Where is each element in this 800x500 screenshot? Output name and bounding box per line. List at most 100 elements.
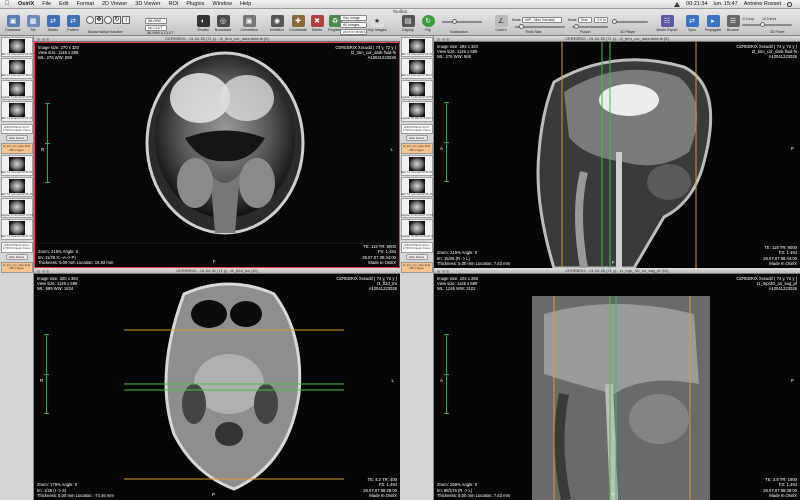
player-slider[interactable] (612, 19, 648, 24)
thickslab-mode-select[interactable]: MIP - Max Intensity (522, 17, 562, 23)
series-thumbnail[interactable]: Sagittal T2 MR 01.04.07 07:51:00 (400, 101, 433, 122)
series-thumbnail[interactable]: REF T2 Coronal 02.06.07 17:06:04 146 Ima… (400, 58, 433, 79)
series-sidebar-left: REF T2 Coronal 02.06.07 17:06:04 REF T2 … (0, 36, 34, 500)
axial-mri-image (34, 274, 400, 500)
series-thumbnail[interactable]: REF T2 Axial 02.06.07 17:06:04 (0, 101, 33, 122)
window-controls[interactable] (437, 269, 449, 273)
image-canvas[interactable]: R L P Image size: 320 x 384 View size: 11… (34, 274, 400, 500)
broadcast-button[interactable]: ◎ Broadcast (212, 15, 234, 35)
viewer-sagittal-t2[interactable]: CEREBRIX - 01.04.35 (71 y) - t2_tirm_cor… (434, 36, 800, 268)
series-thumbnail[interactable]: REF T2 Coronal 02.06.07 17:06:04 146 Ima… (400, 176, 433, 198)
wlww-tool-icon[interactable] (86, 16, 94, 24)
series-thumbnail[interactable]: REF T2 Coronal 02.06.07 17:06:04 (400, 37, 433, 58)
overlay-bottom-left: Zoom: 179% Angle: 0 Im: 1/29 (I -> S) Thic… (37, 482, 114, 498)
orientation-right: L (390, 147, 393, 152)
series-thumbnail[interactable]: Sagittal T1 01.04.07 07:51:00 (400, 198, 433, 219)
scroll-tool-icon[interactable]: ↕ (122, 16, 130, 24)
viewer-sagittal-t1[interactable]: CEREBRIX - 01.04.35 (71 y) - t1_mpr_3D_n… (434, 268, 800, 500)
menu-roi[interactable]: ROI (165, 1, 183, 7)
image-canvas[interactable]: R L F Image size: 270 x 320 View size: 11… (34, 42, 400, 268)
inhibition-button[interactable]: ◉ Inhibition (266, 15, 288, 35)
series-thumbnail[interactable]: Sagittal T2 MR 01.04.07 07:51:00 (400, 219, 433, 240)
key-images-button[interactable]: ★ Key Images (366, 15, 388, 35)
shutter-button[interactable]: ◐ Shutter (192, 15, 214, 35)
menu-3d-viewer[interactable]: 3D Viewer (131, 1, 164, 7)
hide-series-button[interactable]: Hide Series (405, 135, 428, 142)
inhibition-icon: ◉ (270, 15, 284, 27)
thumbnail-image (8, 81, 25, 96)
tile-button[interactable]: ▦ Tile (22, 15, 44, 35)
viewer-axial[interactable]: CEREBRIX - 01.04.35 (71 y) - t1_fl2d_tra… (34, 268, 400, 500)
series-thumbnail[interactable]: Sagittal T1 01.04.07 07:51:00 (0, 79, 33, 101)
3d-panel-label[interactable]: 3D Panel (770, 30, 784, 34)
window-controls[interactable] (437, 37, 449, 41)
fusion-slider[interactable] (572, 24, 608, 29)
menu-file[interactable]: File (38, 1, 55, 7)
active-series-info[interactable]: t2_tirm_cor_dark-fluid 256 Images (400, 261, 433, 273)
series-button[interactable]: ⇄ Series (42, 15, 64, 35)
menu-2d-viewer[interactable]: 2D Viewer (98, 1, 131, 7)
series-thumbnail[interactable]: REF T2 Coronal 02.06.07 17:06:04 (400, 155, 433, 176)
patient-button[interactable]: ⇄ Patient (62, 15, 84, 35)
fps-slider[interactable] (742, 22, 792, 27)
thickslab-slider[interactable] (515, 24, 565, 29)
all-images-select[interactable]: All Images (340, 22, 367, 28)
move-tool-icon[interactable]: ✥ (95, 16, 103, 24)
series-thumbnail[interactable]: REF T2 Coronal 02.06.07 17:06:04 146 Ima… (0, 58, 33, 79)
date-field[interactable]: 26.07.07 08:06:41 (340, 29, 367, 35)
zoom-tool-icon[interactable] (104, 16, 112, 24)
study-info[interactable]: ANONYME 01.04.07 17:06:04 Neuro Crane (400, 123, 433, 135)
spotlight-icon[interactable] (787, 1, 792, 7)
hide-series-button[interactable]: Hide Series (5, 135, 28, 142)
propagate-button[interactable]: ▸ Propagate (702, 15, 724, 35)
subtraction-slider[interactable] (442, 19, 482, 24)
menu-user[interactable]: Antoine Rosset (744, 1, 781, 7)
window-controls[interactable] (37, 269, 49, 273)
image-canvas[interactable]: A P F Image size: 224 x 256 View size: 11… (434, 274, 800, 500)
sync-button[interactable]: ⇄ Sync (681, 15, 703, 35)
viewer-coronal[interactable]: CEREBRIX - 01.04.35 (71 y) - t2_tirm_cor… (34, 36, 400, 268)
study-info[interactable]: ANONYME 01.04.07 17:06:04 Neuro Crane (0, 241, 33, 253)
menu-help[interactable]: Help (236, 1, 255, 7)
series-thumbnail[interactable]: REF T2 Coronal 02.06.07 17:06:04 (0, 155, 33, 176)
cobbs-button[interactable]: ∠ Cobb's (490, 15, 512, 35)
series-thumbnail[interactable]: Sagittal T1 01.04.07 07:51:00 (0, 198, 33, 219)
menu-plugins[interactable]: Plugins (182, 1, 208, 7)
movie-export-button[interactable]: ☷ Movie Export (656, 15, 678, 35)
key-image-select[interactable]: Key Image (340, 15, 367, 21)
orientation-button[interactable]: ▣ Orientation (238, 15, 260, 35)
wifi-icon[interactable] (674, 1, 681, 7)
menu-window[interactable]: Window (208, 1, 236, 7)
hide-series-button[interactable]: Hide Series (5, 253, 28, 260)
active-series-info[interactable]: t2_tirm_cor_dark-fluid 256 Images (400, 143, 433, 155)
series-thumbnail[interactable]: REF T2 Coronal 02.06.07 17:06:04 (0, 37, 33, 58)
series-thumbnail[interactable]: Sagittal T1 01.04.07 07:51:00 (400, 79, 433, 101)
flip-button[interactable]: ↻ Flip (417, 15, 439, 35)
active-series-info[interactable]: t2_tirm_cor_dark-fluid 256 Images (0, 261, 33, 273)
rotate-tool-icon[interactable]: ↻ (113, 16, 121, 24)
loop-checkbox[interactable]: ☑ Loop (742, 17, 754, 21)
menu-app[interactable]: OsiriX (14, 1, 38, 7)
fusion-mode-select[interactable]: Slab (578, 17, 592, 23)
study-info[interactable]: ANONYME 01.04.07 17:06:04 Neuro Crane (400, 241, 433, 253)
menu-edit[interactable]: Edit (55, 1, 72, 7)
scale-bar (45, 103, 50, 183)
coordinate-icon: ✚ (291, 15, 305, 27)
study-info[interactable]: ANONYME 01.04.07 17:06:04 Neuro Crane (0, 123, 33, 135)
database-button[interactable]: ▣ Database (2, 15, 24, 35)
apple-menu-icon[interactable]:  (0, 1, 14, 7)
window-controls[interactable] (37, 37, 49, 41)
thumbnail-image (8, 103, 25, 118)
active-series-info[interactable]: t2_tirm_cor_dark-fluid 256 Images (0, 143, 33, 155)
image-canvas[interactable]: A P F Image size: 284 x 320 View size: 11… (434, 42, 800, 268)
series-thumbnail[interactable]: REF T2 Axial 02.06.07 17:06:04 (0, 219, 33, 240)
display-button[interactable]: ▤ Display (397, 15, 419, 35)
browse-button[interactable]: ☰ Browse (722, 15, 744, 35)
menu-date[interactable]: lun. 15:47 (714, 1, 738, 7)
series-thumbnail[interactable]: REF T2 Coronal 02.06.07 17:06:04 146 Ima… (0, 176, 33, 198)
hide-series-button[interactable]: Hide Series (405, 253, 428, 260)
menu-format[interactable]: Format (73, 1, 98, 7)
fusion-percent-field[interactable]: 0.0 % (594, 17, 608, 23)
overlay-top-right: CEREBRIX Xxxudd ( 74 y, 72 y ) t1_mpr3D_n… (736, 276, 797, 292)
wlww-select[interactable]: WL/WW (145, 18, 167, 24)
